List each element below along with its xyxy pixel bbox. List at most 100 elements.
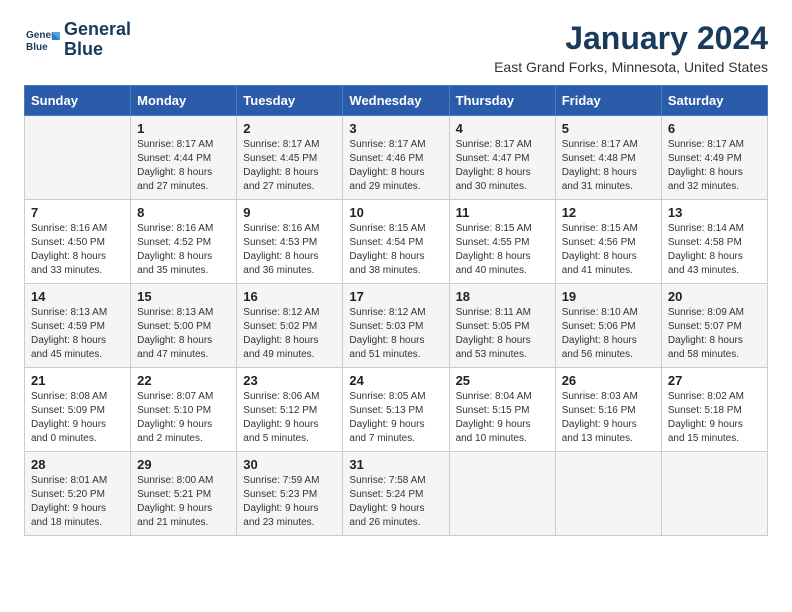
day-number: 24 <box>349 373 442 388</box>
day-info: Sunrise: 8:14 AMSunset: 4:58 PMDaylight:… <box>668 222 761 278</box>
calendar-cell: 23 Sunrise: 8:06 AMSunset: 5:12 PMDayligh… <box>237 368 343 452</box>
day-number: 29 <box>137 457 230 472</box>
svg-text:Blue: Blue <box>26 42 48 53</box>
day-info: Sunrise: 8:15 AMSunset: 4:55 PMDaylight:… <box>456 222 549 278</box>
day-number: 14 <box>31 289 124 304</box>
calendar-table: SundayMondayTuesdayWednesdayThursdayFrid… <box>24 85 768 536</box>
calendar-cell <box>661 452 767 536</box>
calendar-cell <box>555 452 661 536</box>
calendar-cell <box>449 452 555 536</box>
calendar-cell: 27Sunrise: 8:02 AMSunset: 5:18 PMDayligh… <box>661 368 767 452</box>
day-number: 17 <box>349 289 442 304</box>
calendar-cell: 17Sunrise: 8:12 AMSunset: 5:03 PMDayligh… <box>343 284 449 368</box>
logo-icon: General Blue <box>24 22 60 58</box>
calendar-cell: 25Sunrise: 8:04 AMSunset: 5:15 PMDayligh… <box>449 368 555 452</box>
day-number: 6 <box>668 121 761 136</box>
calendar-cell: 30 Sunrise: 7:59 AMSunset: 5:23 PMDayligh… <box>237 452 343 536</box>
header-cell-wednesday: Wednesday <box>343 86 449 116</box>
day-info: Sunrise: 8:17 AMSunset: 4:49 PMDaylight:… <box>668 138 761 194</box>
calendar-cell: 21 Sunrise: 8:08 AMSunset: 5:09 PMDayligh… <box>25 368 131 452</box>
day-info: Sunrise: 8:13 AMSunset: 5:00 PMDaylight:… <box>137 306 230 362</box>
day-number: 26 <box>562 373 655 388</box>
calendar-cell: 19Sunrise: 8:10 AMSunset: 5:06 PMDayligh… <box>555 284 661 368</box>
day-info: Sunrise: 8:05 AMSunset: 5:13 PMDaylight:… <box>349 390 442 446</box>
day-info: Sunrise: 8:03 AMSunset: 5:16 PMDaylight:… <box>562 390 655 446</box>
day-number: 5 <box>562 121 655 136</box>
day-info: Sunrise: 8:16 AMSunset: 4:52 PMDaylight:… <box>137 222 230 278</box>
day-info: Sunrise: 8:17 AMSunset: 4:44 PMDaylight:… <box>137 138 230 194</box>
day-number: 20 <box>668 289 761 304</box>
day-number: 18 <box>456 289 549 304</box>
day-number: 22 <box>137 373 230 388</box>
day-info: Sunrise: 7:58 AMSunset: 5:24 PMDaylight:… <box>349 474 442 530</box>
calendar-cell: 20 Sunrise: 8:09 AMSunset: 5:07 PMDayligh… <box>661 284 767 368</box>
logo: General Blue General Blue <box>24 20 131 60</box>
day-number: 27 <box>668 373 761 388</box>
day-number: 21 <box>31 373 124 388</box>
day-info: Sunrise: 8:09 AMSunset: 5:07 PMDaylight:… <box>668 306 761 362</box>
calendar-cell: 13Sunrise: 8:14 AMSunset: 4:58 PMDayligh… <box>661 200 767 284</box>
week-row-1: 1Sunrise: 8:17 AMSunset: 4:44 PMDaylight… <box>25 116 768 200</box>
day-number: 15 <box>137 289 230 304</box>
calendar-cell: 1Sunrise: 8:17 AMSunset: 4:44 PMDaylight… <box>131 116 237 200</box>
calendar-cell: 16 Sunrise: 8:12 AMSunset: 5:02 PMDayligh… <box>237 284 343 368</box>
calendar-cell: 15 Sunrise: 8:13 AMSunset: 5:00 PMDayligh… <box>131 284 237 368</box>
day-number: 12 <box>562 205 655 220</box>
calendar-cell <box>25 116 131 200</box>
day-number: 16 <box>243 289 336 304</box>
header-cell-thursday: Thursday <box>449 86 555 116</box>
day-number: 8 <box>137 205 230 220</box>
week-row-2: 7 Sunrise: 8:16 AMSunset: 4:50 PMDaylight… <box>25 200 768 284</box>
day-info: Sunrise: 8:06 AMSunset: 5:12 PMDaylight:… <box>243 390 336 446</box>
day-number: 9 <box>243 205 336 220</box>
day-info: Sunrise: 8:00 AMSunset: 5:21 PMDaylight:… <box>137 474 230 530</box>
header-cell-saturday: Saturday <box>661 86 767 116</box>
day-info: Sunrise: 8:11 AMSunset: 5:05 PMDaylight:… <box>456 306 549 362</box>
title-block: January 2024 East Grand Forks, Minnesota… <box>494 20 768 75</box>
subtitle: East Grand Forks, Minnesota, United Stat… <box>494 59 768 75</box>
day-info: Sunrise: 8:01 AMSunset: 5:20 PMDaylight:… <box>31 474 124 530</box>
day-info: Sunrise: 8:16 AMSunset: 4:50 PMDaylight:… <box>31 222 124 278</box>
calendar-cell: 3Sunrise: 8:17 AMSunset: 4:46 PMDaylight… <box>343 116 449 200</box>
day-number: 11 <box>456 205 549 220</box>
calendar-cell: 29 Sunrise: 8:00 AMSunset: 5:21 PMDayligh… <box>131 452 237 536</box>
week-row-4: 21 Sunrise: 8:08 AMSunset: 5:09 PMDayligh… <box>25 368 768 452</box>
header-cell-monday: Monday <box>131 86 237 116</box>
day-info: Sunrise: 8:08 AMSunset: 5:09 PMDaylight:… <box>31 390 124 446</box>
day-number: 31 <box>349 457 442 472</box>
header: General Blue General Blue January 2024 E… <box>24 20 768 75</box>
calendar-cell: 26 Sunrise: 8:03 AMSunset: 5:16 PMDayligh… <box>555 368 661 452</box>
day-number: 30 <box>243 457 336 472</box>
calendar-cell: 14Sunrise: 8:13 AMSunset: 4:59 PMDayligh… <box>25 284 131 368</box>
day-info: Sunrise: 7:59 AMSunset: 5:23 PMDaylight:… <box>243 474 336 530</box>
day-number: 2 <box>243 121 336 136</box>
calendar-cell: 10Sunrise: 8:15 AMSunset: 4:54 PMDayligh… <box>343 200 449 284</box>
day-info: Sunrise: 8:17 AMSunset: 4:48 PMDaylight:… <box>562 138 655 194</box>
day-info: Sunrise: 8:12 AMSunset: 5:02 PMDaylight:… <box>243 306 336 362</box>
day-info: Sunrise: 8:10 AMSunset: 5:06 PMDaylight:… <box>562 306 655 362</box>
day-info: Sunrise: 8:17 AMSunset: 4:47 PMDaylight:… <box>456 138 549 194</box>
day-number: 4 <box>456 121 549 136</box>
day-info: Sunrise: 8:04 AMSunset: 5:15 PMDaylight:… <box>456 390 549 446</box>
header-cell-friday: Friday <box>555 86 661 116</box>
calendar-cell: 24 Sunrise: 8:05 AMSunset: 5:13 PMDayligh… <box>343 368 449 452</box>
calendar-cell: 12 Sunrise: 8:15 AMSunset: 4:56 PMDayligh… <box>555 200 661 284</box>
day-info: Sunrise: 8:15 AMSunset: 4:56 PMDaylight:… <box>562 222 655 278</box>
header-row: SundayMondayTuesdayWednesdayThursdayFrid… <box>25 86 768 116</box>
calendar-cell: 5 Sunrise: 8:17 AMSunset: 4:48 PMDaylight… <box>555 116 661 200</box>
calendar-cell: 7 Sunrise: 8:16 AMSunset: 4:50 PMDaylight… <box>25 200 131 284</box>
day-number: 3 <box>349 121 442 136</box>
calendar-cell: 18 Sunrise: 8:11 AMSunset: 5:05 PMDayligh… <box>449 284 555 368</box>
calendar-cell: 9 Sunrise: 8:16 AMSunset: 4:53 PMDaylight… <box>237 200 343 284</box>
week-row-5: 28 Sunrise: 8:01 AMSunset: 5:20 PMDayligh… <box>25 452 768 536</box>
main-title: January 2024 <box>494 20 768 57</box>
calendar-cell: 11 Sunrise: 8:15 AMSunset: 4:55 PMDayligh… <box>449 200 555 284</box>
calendar-cell: 4 Sunrise: 8:17 AMSunset: 4:47 PMDaylight… <box>449 116 555 200</box>
day-number: 7 <box>31 205 124 220</box>
day-number: 28 <box>31 457 124 472</box>
day-info: Sunrise: 8:16 AMSunset: 4:53 PMDaylight:… <box>243 222 336 278</box>
day-number: 23 <box>243 373 336 388</box>
calendar-cell: 8 Sunrise: 8:16 AMSunset: 4:52 PMDaylight… <box>131 200 237 284</box>
day-info: Sunrise: 8:07 AMSunset: 5:10 PMDaylight:… <box>137 390 230 446</box>
header-cell-tuesday: Tuesday <box>237 86 343 116</box>
